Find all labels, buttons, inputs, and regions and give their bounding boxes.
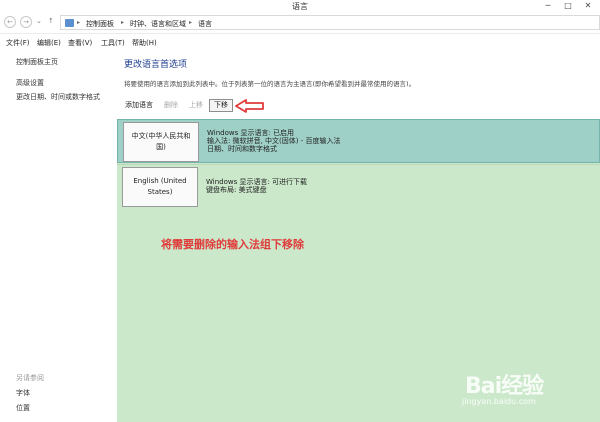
move-up-button[interactable]: 上移 [189,99,203,112]
language-row-chinese[interactable]: 中文(中华人民共和国) Windows 显示语言: 已启用 输入法: 微软拼音,… [117,119,600,163]
back-button[interactable]: ← [4,16,16,28]
sidebar-link-fonts[interactable]: 字体 [16,388,30,398]
address-row: ← → ⌄ ↑ ▸ 控制面板 ▸ 时钟、语言和区域 ▸ 语言 [0,12,600,34]
window-title: 语言 [292,2,308,11]
language-info-line: Windows 显示语言: 可进行下载 [206,178,308,186]
menu-view[interactable]: 查看(V) [68,38,92,48]
sidebar-link-control-panel-home[interactable]: 控制面板主页 [16,57,58,67]
control-panel-icon [65,19,74,27]
breadcrumb-clock-language-region[interactable]: 时钟、语言和区域 [130,19,186,29]
language-button-chinese[interactable]: 中文(中华人民共和国) [123,122,199,162]
left-arrow-icon [235,99,264,113]
up-button[interactable]: ↑ [48,17,54,25]
add-language-button[interactable]: 添加语言 [125,99,153,112]
language-info-line: Windows 显示语言: 已启用 [207,129,295,137]
language-button-english[interactable]: English (United States) [122,167,198,207]
annotation-text: 将需要删除的输入法组下移除 [161,238,304,251]
minimize-button[interactable]: ─ [538,0,558,12]
delete-button[interactable]: 删除 [164,99,178,112]
page-title: 更改语言首选项 [124,60,188,70]
baidu-jingyan-logo: Bai经验 [465,374,544,399]
left-pane: 控制面板主页 高级设置 更改日期、时间或数字格式 另请参阅 字体 位置 [0,49,117,422]
breadcrumb-separator: ▸ [189,19,193,26]
see-also-label: 另请参阅 [16,374,44,382]
breadcrumb-separator: ▸ [121,19,125,26]
forward-button[interactable]: → [20,16,32,28]
sidebar-link-date-time-format[interactable]: 更改日期、时间或数字格式 [16,92,100,102]
menu-file[interactable]: 文件(F) [6,38,30,48]
language-row-english[interactable]: English (United States) Windows 显示语言: 可进… [117,164,600,210]
language-info-line: 输入法: 微软拼音, 中文(固体) - 百度输入法 [207,137,341,145]
language-info-line: 键盘布局: 美式键盘 [206,186,267,194]
recent-locations-dropdown[interactable]: ⌄ [36,17,42,25]
address-bar[interactable]: ▸ 控制面板 ▸ 时钟、语言和区域 ▸ 语言 [60,15,600,30]
breadcrumb-control-panel[interactable]: 控制面板 [86,19,114,29]
breadcrumb-language[interactable]: 语言 [198,19,212,29]
maximize-button[interactable]: □ [558,0,578,12]
page-description: 将要使用的语言添加到此列表中。位于列表第一位的语言为主语言(即你希望看到并最常使… [124,80,416,88]
menu-edit[interactable]: 编辑(E) [37,38,61,48]
sidebar-link-location[interactable]: 位置 [16,403,30,413]
watermark-url: jingyan.baidu.com [462,397,536,406]
menu-help[interactable]: 帮助(H) [132,38,157,48]
language-info-line: 日期、时间和数字格式 [207,145,277,153]
menu-tools[interactable]: 工具(T) [101,38,125,48]
title-bar: 语言 ─ □ ✕ [0,0,600,12]
sidebar-link-advanced-settings[interactable]: 高级设置 [16,78,44,88]
move-down-button[interactable]: 下移 [209,99,233,112]
close-button[interactable]: ✕ [578,0,598,12]
menu-bar: 文件(F) 编辑(E) 查看(V) 工具(T) 帮助(H) [0,35,600,49]
breadcrumb-separator: ▸ [77,19,81,26]
